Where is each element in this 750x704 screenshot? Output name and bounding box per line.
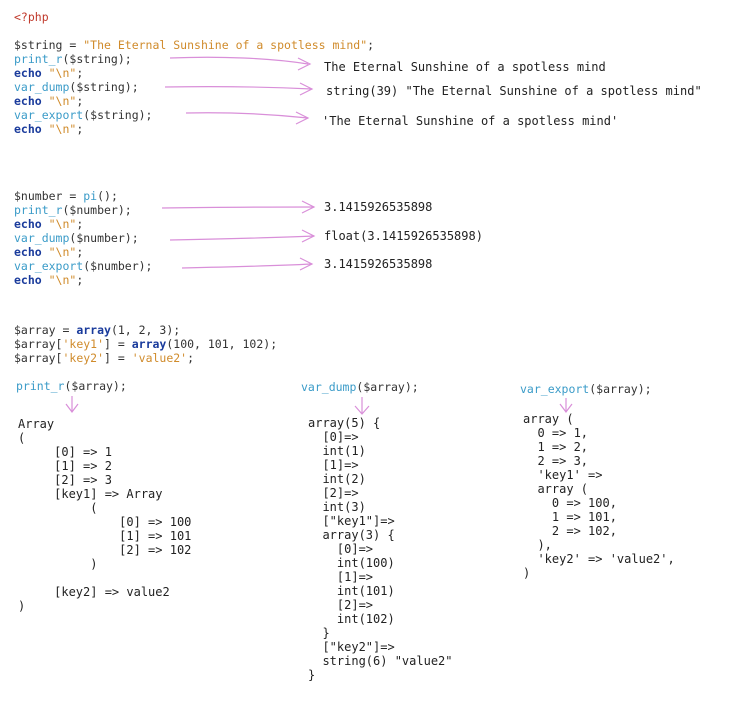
arrow bbox=[161, 206, 315, 209]
annotation-arrows bbox=[65, 56, 573, 415]
arrow bbox=[185, 112, 309, 119]
arrow bbox=[297, 57, 312, 71]
arrow bbox=[169, 56, 309, 65]
arrow bbox=[181, 263, 313, 269]
arrow bbox=[169, 235, 315, 241]
arrow bbox=[164, 86, 313, 90]
